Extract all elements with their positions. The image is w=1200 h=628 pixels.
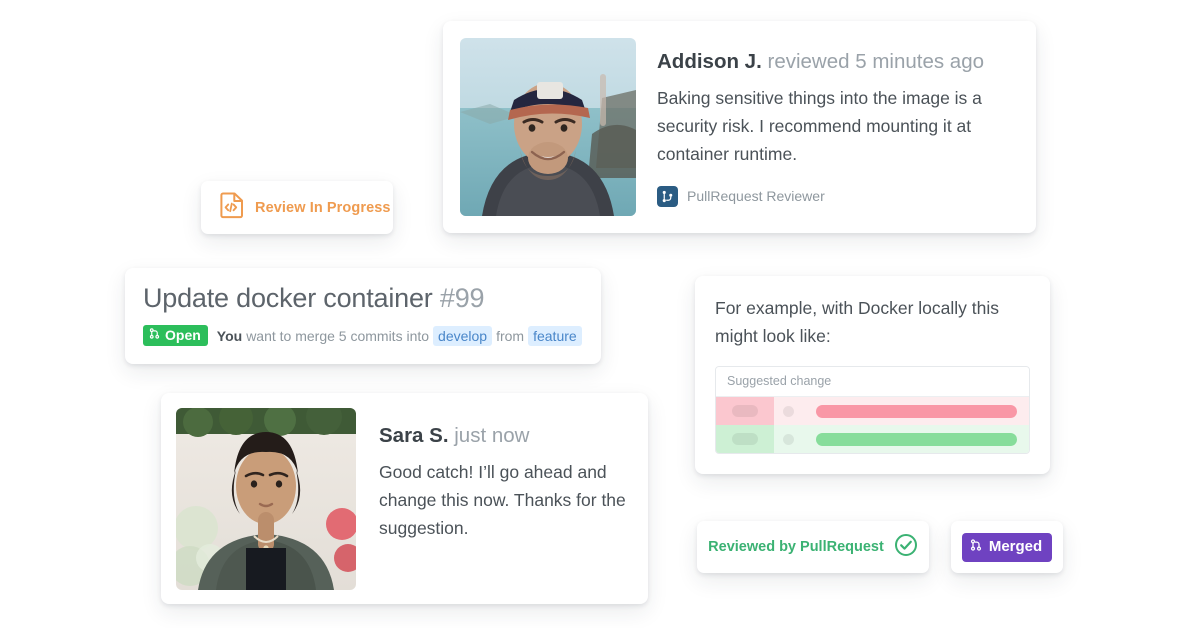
comment-body: Sara S. just now Good catch! I’ll go ahe… — [379, 408, 633, 589]
suggested-change-diff: Suggested change — [715, 366, 1030, 454]
status-badge-label: Open — [165, 327, 201, 343]
git-merge-icon — [970, 538, 982, 556]
reviewer-badge-label: PullRequest Reviewer — [687, 188, 825, 204]
pull-request-number: #99 — [440, 283, 484, 313]
review-in-progress-badge[interactable]: Review In Progress — [201, 181, 393, 234]
reviewed-by-pullrequest-badge[interactable]: Reviewed by PullRequest — [697, 521, 929, 573]
comment-timestamp: reviewed 5 minutes ago — [768, 50, 985, 73]
diff-line-number-placeholder — [732, 405, 758, 417]
diff-gutter — [716, 397, 774, 425]
reviewed-by-pullrequest-label: Reviewed by PullRequest — [708, 539, 884, 555]
pull-request-meta-from: from — [496, 328, 524, 344]
git-pull-request-icon — [149, 327, 160, 343]
docker-example-text: For example, with Docker locally this mi… — [715, 294, 1030, 350]
diff-text-placeholder — [816, 433, 1017, 446]
status-badge: Open — [143, 325, 208, 346]
diff-row-addition — [716, 425, 1029, 453]
head-branch-chip[interactable]: feature — [528, 326, 582, 346]
comment-header: Sara S. just now — [379, 426, 633, 447]
pullrequest-logo-icon — [657, 186, 678, 207]
pull-request-meta: Open You want to merge 5 commits into de… — [143, 325, 583, 346]
comment-text: Baking sensitive things into the image i… — [657, 84, 1002, 168]
merged-badge-card[interactable]: Merged — [951, 521, 1063, 573]
comment-body: Addison J. reviewed 5 minutes ago Baking… — [657, 38, 1019, 216]
diff-line-number-placeholder — [732, 433, 758, 445]
diff-line-content — [774, 425, 1029, 453]
pull-request-header-card: Update docker container #99 Open You wan… — [125, 268, 601, 364]
diff-marker-icon — [783, 434, 794, 445]
comment-author: Addison J. — [657, 50, 762, 73]
avatar — [460, 38, 636, 216]
diff-line-content — [774, 397, 1029, 425]
reviewer-badge: PullRequest Reviewer — [657, 186, 1019, 207]
base-branch-chip[interactable]: develop — [433, 326, 492, 346]
diff-marker-icon — [783, 406, 794, 417]
addison-review-card: Addison J. reviewed 5 minutes ago Baking… — [443, 21, 1036, 233]
page-title: Update docker container #99 — [143, 283, 583, 314]
docker-example-card: For example, with Docker locally this mi… — [695, 276, 1050, 474]
comment-text: Good catch! I’ll go ahead and change thi… — [379, 458, 633, 542]
pull-request-meta-text: want to merge 5 commits into — [246, 328, 429, 344]
pull-request-title: Update docker container — [143, 283, 433, 313]
status-badge[interactable]: Merged — [962, 533, 1052, 562]
avatar — [176, 408, 356, 590]
suggested-change-header: Suggested change — [716, 367, 1029, 397]
comment-author: Sara S. — [379, 424, 449, 447]
check-circle-icon — [894, 533, 918, 562]
diff-text-placeholder — [816, 405, 1017, 418]
pull-request-actor: You — [217, 328, 242, 344]
merged-badge-label: Merged — [989, 538, 1042, 555]
comment-header: Addison J. reviewed 5 minutes ago — [657, 52, 1019, 73]
review-in-progress-label: Review In Progress — [255, 200, 391, 216]
diff-row-deletion — [716, 397, 1029, 425]
sara-comment-card: Sara S. just now Good catch! I’ll go ahe… — [161, 393, 648, 604]
diff-gutter — [716, 425, 774, 453]
code-file-icon — [220, 192, 243, 224]
comment-timestamp: just now — [454, 424, 529, 447]
